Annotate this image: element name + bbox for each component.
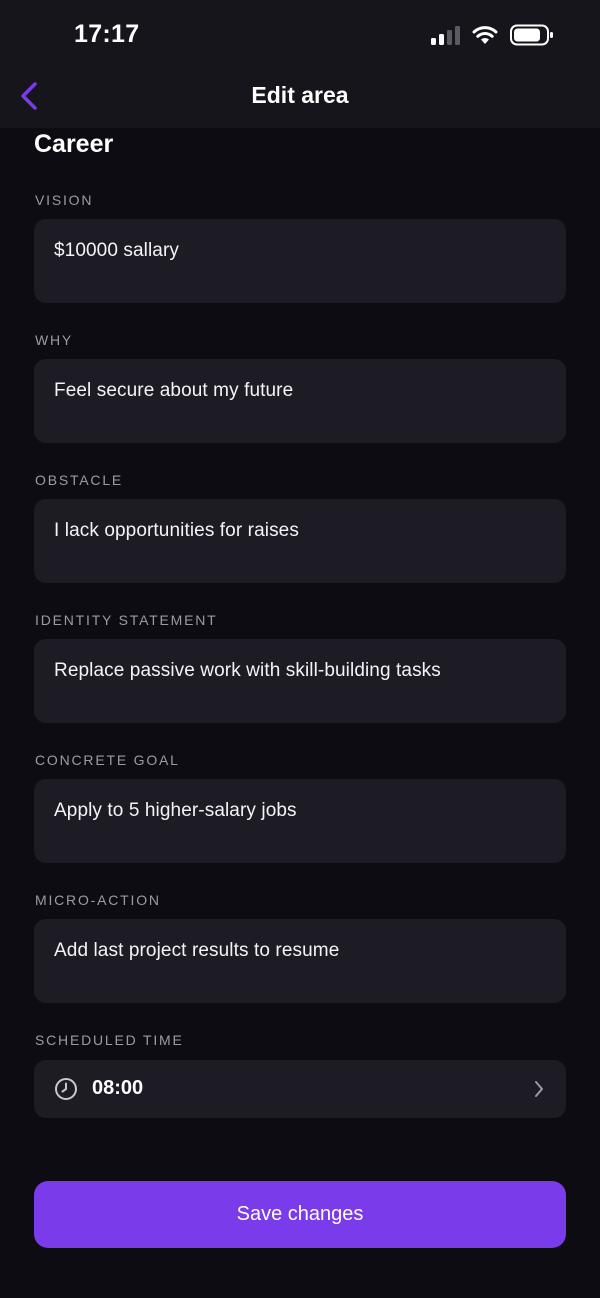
concrete-goal-value: Apply to 5 higher-salary jobs: [54, 800, 297, 821]
identity-statement-label: IDENTITY STATEMENT: [35, 612, 218, 628]
battery-icon: [510, 24, 553, 46]
scheduled-time-label: SCHEDULED TIME: [35, 1032, 184, 1048]
area-title: Career: [34, 130, 114, 158]
vision-value: $10000 sallary: [54, 240, 179, 261]
scheduled-time-value: 08:00: [92, 1077, 144, 1099]
identity-statement-value: Replace passive work with skill-building…: [54, 660, 441, 681]
page-title: Edit area: [251, 82, 349, 108]
obstacle-label: OBSTACLE: [35, 472, 124, 488]
status-icons: [431, 24, 554, 46]
identity-statement-field[interactable]: Replace passive work with skill-building…: [34, 639, 566, 723]
micro-action-field[interactable]: Add last project results to resume: [34, 919, 566, 1003]
vision-field[interactable]: $10000 sallary: [34, 219, 566, 303]
micro-action-label: MICRO-ACTION: [35, 892, 161, 908]
obstacle-field[interactable]: I lack opportunities for raises: [34, 499, 566, 583]
save-changes-button[interactable]: Save changes: [34, 1181, 566, 1248]
top-bar: 17:17 Edit area: [0, 0, 600, 128]
why-value: Feel secure about my future: [54, 380, 294, 401]
cellular-signal-icon: [431, 25, 460, 45]
chevron-right-icon: [535, 1081, 543, 1097]
micro-action-value: Add last project results to resume: [54, 940, 340, 961]
concrete-goal-field[interactable]: Apply to 5 higher-salary jobs: [34, 779, 566, 863]
navigation-bar: Edit area: [0, 66, 600, 128]
vision-label: VISION: [35, 192, 94, 208]
why-field[interactable]: Feel secure about my future: [34, 359, 566, 443]
concrete-goal-label: CONCRETE GOAL: [35, 752, 180, 768]
clock-icon: [55, 1078, 77, 1100]
status-time: 17:17: [74, 20, 140, 48]
obstacle-value: I lack opportunities for raises: [54, 520, 299, 541]
scheduled-time-picker[interactable]: 08:00: [34, 1060, 566, 1118]
wifi-icon: [472, 26, 498, 44]
why-label: WHY: [35, 332, 74, 348]
